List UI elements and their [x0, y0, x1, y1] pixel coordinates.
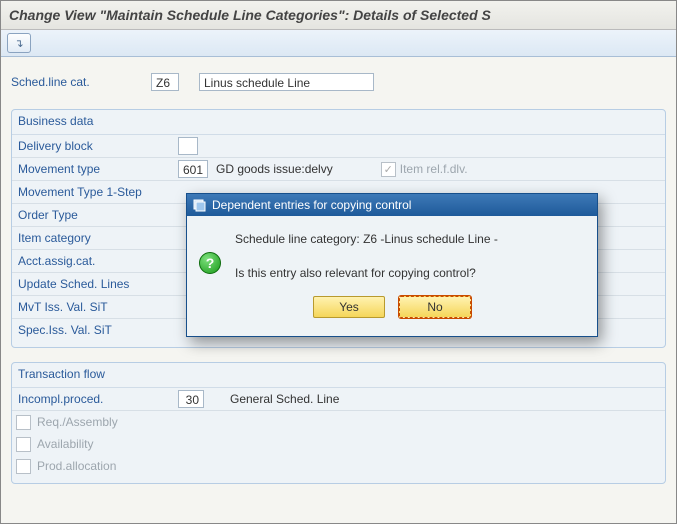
no-button[interactable]: No: [399, 296, 471, 318]
req-assembly-label: Req./Assembly: [31, 415, 118, 429]
availability-checkbox: [16, 437, 31, 452]
dialog-line2: Is this entry also relevant for copying …: [235, 266, 585, 280]
sched-line-cat-label: Sched.line cat.: [11, 75, 131, 89]
prod-allocation-checkbox: [16, 459, 31, 474]
no-button-label: No: [427, 300, 442, 314]
sched-line-cat-value[interactable]: Z6: [151, 73, 179, 91]
toolbar-button[interactable]: ↴: [7, 33, 31, 53]
order-type-label: Order Type: [16, 208, 178, 222]
window-title-text: Change View "Maintain Schedule Line Cate…: [9, 7, 491, 23]
yes-button-label: Yes: [339, 300, 359, 314]
row-req-assembly: Req./Assembly: [12, 411, 665, 433]
question-icon: ?: [199, 252, 221, 274]
dialog-title-text: Dependent entries for copying control: [212, 198, 411, 212]
row-prod-allocation: Prod.allocation: [12, 455, 665, 477]
toolbar-button-icon: ↴: [14, 37, 23, 50]
availability-label: Availability: [31, 437, 93, 451]
row-incompl-proced: Incompl.proced. 30 General Sched. Line: [12, 388, 665, 411]
row-availability: Availability: [12, 433, 665, 455]
dialog-titlebar: Dependent entries for copying control: [187, 194, 597, 216]
prod-allocation-label: Prod.allocation: [31, 459, 116, 473]
movement-type-label: Movement type: [16, 162, 178, 176]
movement-type-value[interactable]: 601: [178, 160, 208, 178]
req-assembly-checkbox: [16, 415, 31, 430]
incompl-proced-desc: General Sched. Line: [230, 392, 339, 406]
movement-type-1step-label: Movement Type 1-Step: [16, 185, 178, 199]
dialog-body: ? Schedule line category: Z6 -Linus sche…: [187, 216, 597, 290]
item-rel-dlv-checkbox: ✓: [381, 162, 396, 177]
item-rel-dlv-label: Item rel.f.dlv.: [400, 162, 468, 176]
delivery-block-label: Delivery block: [16, 139, 178, 153]
transaction-flow-title: Transaction flow: [12, 363, 665, 388]
dialog-line1: Schedule line category: Z6 -Linus schedu…: [235, 232, 585, 246]
window: Change View "Maintain Schedule Line Cate…: [0, 0, 677, 524]
mvt-iss-val-sit-label: MvT Iss. Val. SiT: [16, 300, 178, 314]
dialog-buttons: Yes No: [187, 290, 597, 336]
copying-control-dialog: Dependent entries for copying control ? …: [186, 193, 598, 337]
spec-iss-val-sit-label: Spec.Iss. Val. SiT: [16, 323, 178, 337]
window-title: Change View "Maintain Schedule Line Cate…: [1, 1, 676, 30]
header-row: Sched.line cat. Z6 Linus schedule Line: [11, 73, 666, 91]
toolbar: ↴: [1, 30, 676, 57]
transaction-flow-group: Transaction flow Incompl.proced. 30 Gene…: [11, 362, 666, 484]
incompl-proced-value[interactable]: 30: [178, 390, 204, 408]
dialog-text: Schedule line category: Z6 -Linus schedu…: [235, 230, 585, 280]
row-movement-type: Movement type 601 GD goods issue:delvy ✓…: [12, 158, 665, 181]
delivery-block-field[interactable]: [178, 137, 198, 155]
incompl-proced-label: Incompl.proced.: [16, 392, 178, 406]
business-data-title: Business data: [12, 110, 665, 135]
movement-type-desc: GD goods issue:delvy: [216, 162, 333, 176]
acct-assig-cat-label: Acct.assig.cat.: [16, 254, 178, 268]
dialog-title-icon: [193, 199, 206, 212]
yes-button[interactable]: Yes: [313, 296, 385, 318]
item-category-label: Item category: [16, 231, 178, 245]
sched-line-cat-desc[interactable]: Linus schedule Line: [199, 73, 374, 91]
row-delivery-block: Delivery block: [12, 135, 665, 158]
update-sched-lines-label: Update Sched. Lines: [16, 277, 178, 291]
